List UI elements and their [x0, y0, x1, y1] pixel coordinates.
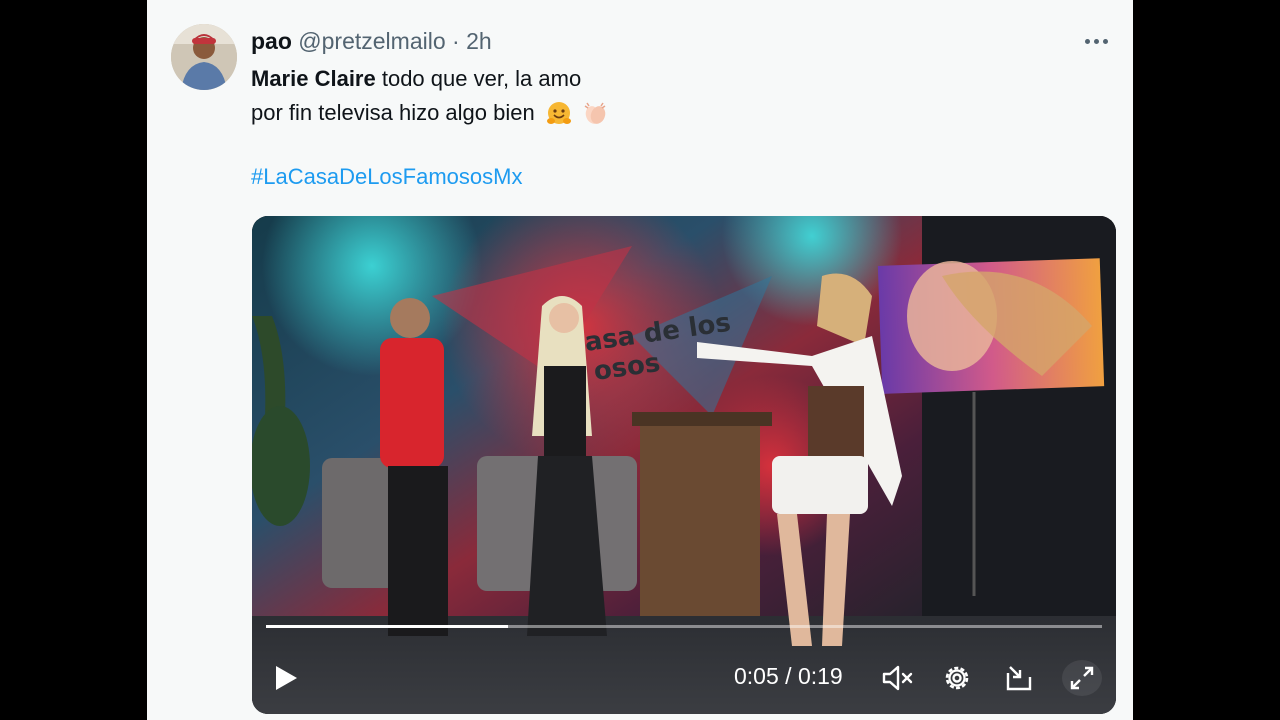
- more-options-button[interactable]: [1085, 34, 1115, 48]
- settings-button[interactable]: [940, 662, 974, 694]
- current-time: 0:05: [734, 663, 779, 689]
- hashtag-link[interactable]: #LaCasaDeLosFamososMx: [251, 162, 522, 192]
- display-name[interactable]: pao: [251, 28, 292, 54]
- tweet-text: Marie Claire todo que ver, la amo por fi…: [251, 62, 609, 130]
- popout-button[interactable]: [1002, 662, 1036, 694]
- fullscreen-icon: [1070, 666, 1094, 690]
- clapping-hands-emoji-icon: [584, 102, 606, 124]
- video-time: 0:05 / 0:19: [734, 663, 843, 690]
- tweet-line-2-text: por fin televisa hizo algo bien: [251, 100, 535, 125]
- volume-muted-icon: [882, 665, 913, 691]
- hugging-face-emoji-icon: [546, 102, 571, 125]
- tweet-header: pao @pretzelmailo · 2h: [251, 27, 492, 55]
- timestamp[interactable]: 2h: [466, 28, 492, 54]
- video-player[interactable]: asa de los osos 0:05 / 0:19: [252, 216, 1116, 714]
- tweet-line-1: Marie Claire todo que ver, la amo: [251, 62, 609, 96]
- fullscreen-button[interactable]: [1062, 660, 1102, 696]
- mention-bold: Marie Claire: [251, 66, 376, 91]
- video-progress-bar[interactable]: [266, 625, 1102, 628]
- mute-button[interactable]: [880, 662, 916, 694]
- video-progress-fill: [266, 625, 509, 628]
- gear-icon: [945, 666, 969, 690]
- tweet-card[interactable]: pao @pretzelmailo · 2h Marie Claire todo…: [147, 0, 1133, 720]
- tweet-line-2: por fin televisa hizo algo bien: [251, 96, 609, 130]
- more-horizontal-icon: [1085, 38, 1108, 44]
- tweet-line-1-rest: todo que ver, la amo: [375, 66, 582, 91]
- avatar[interactable]: [171, 24, 237, 90]
- time-separator: /: [778, 663, 798, 689]
- play-button[interactable]: [270, 662, 302, 694]
- popout-icon: [1006, 666, 1032, 691]
- duration: 0:19: [797, 663, 843, 689]
- play-icon: [276, 666, 297, 690]
- user-handle[interactable]: @pretzelmailo: [298, 28, 445, 54]
- separator: ·: [452, 28, 460, 54]
- video-frame: asa de los osos: [252, 216, 1116, 714]
